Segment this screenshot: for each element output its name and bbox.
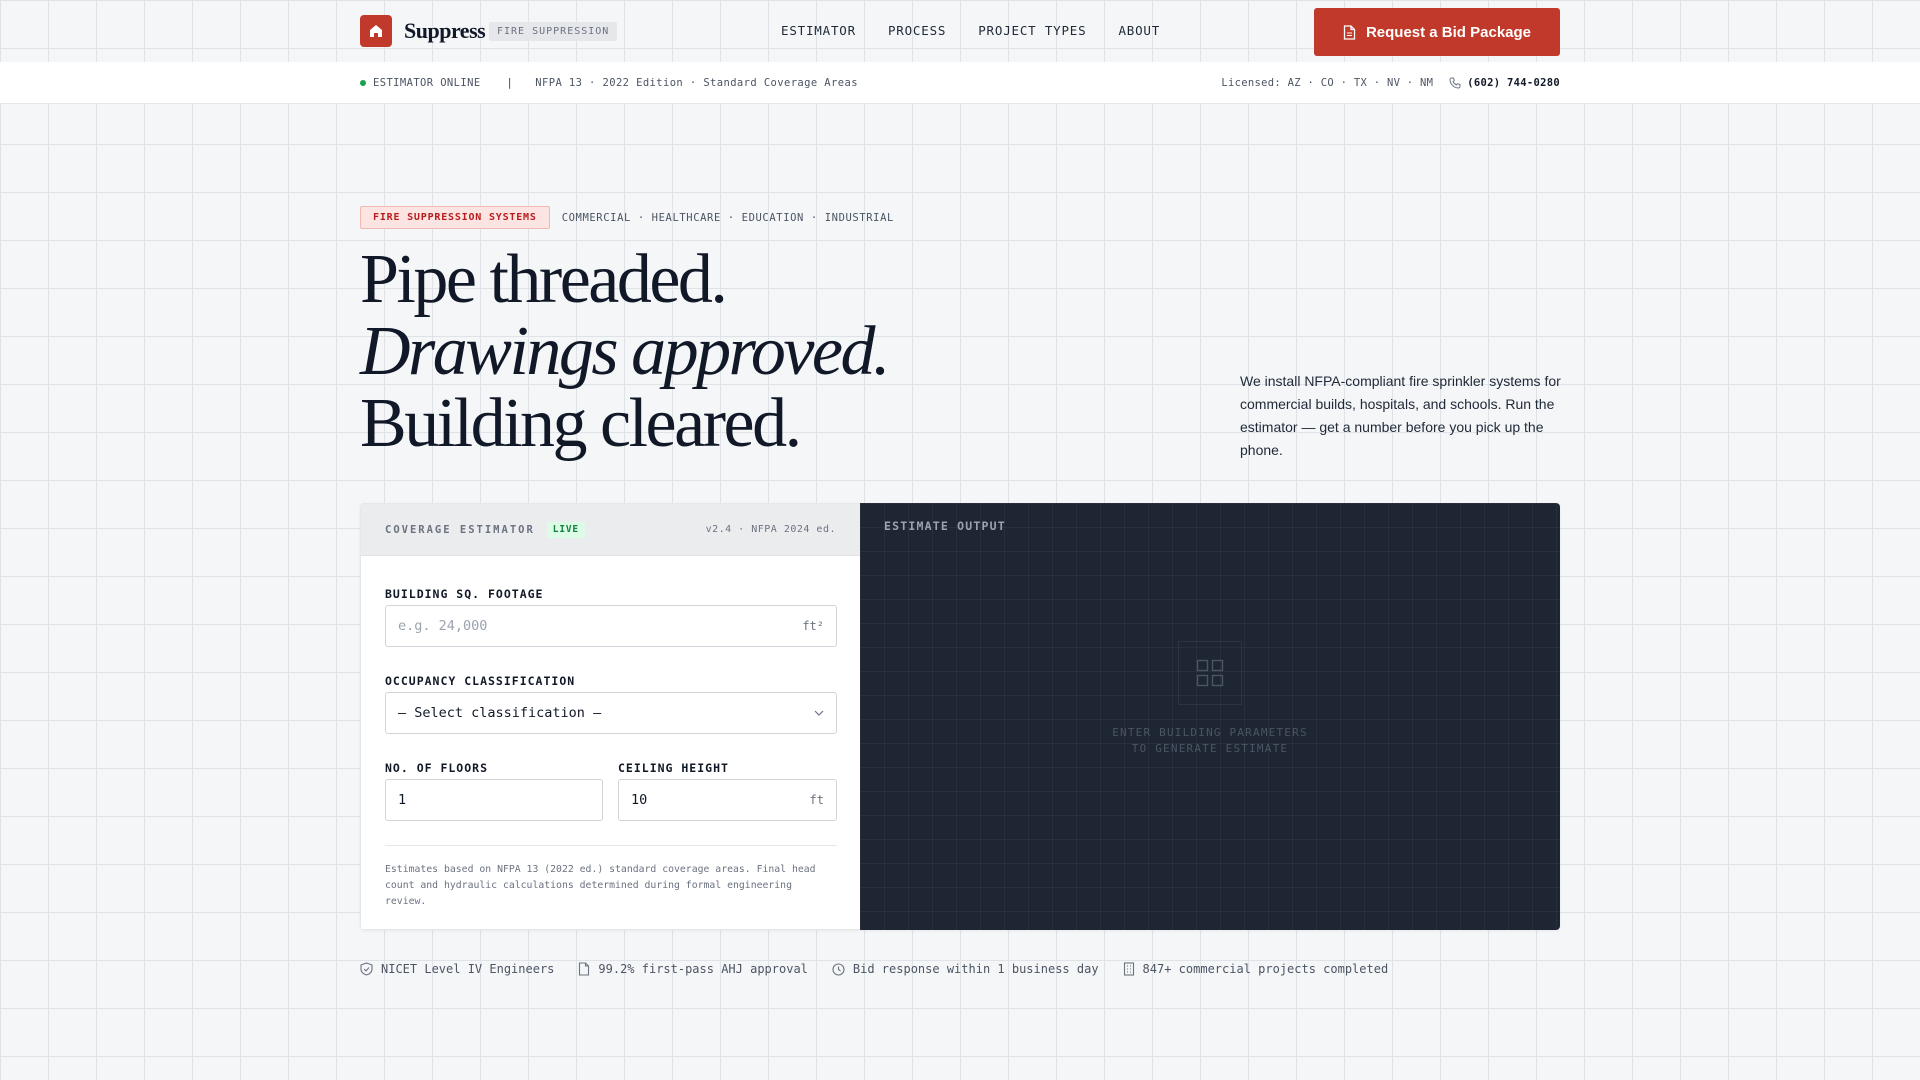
main-nav: ESTIMATOR PROCESS PROJECT TYPES ABOUT (781, 23, 1192, 38)
estimator-disclaimer: Estimates based on NFPA 13 (2022 ed.) st… (385, 845, 837, 910)
trust-item-response: Bid response within 1 business day (832, 962, 1099, 976)
request-bid-label: Request a Bid Package (1365, 23, 1532, 41)
estimator-title: COVERAGE ESTIMATOR (385, 523, 535, 536)
output-title: ESTIMATE OUTPUT (884, 519, 1006, 533)
phone-number[interactable]: (602) 744-0280 (1467, 77, 1560, 89)
brand-name[interactable]: Suppress (404, 18, 486, 44)
sqft-label: BUILDING SQ. FOOTAGE (385, 587, 544, 601)
sqft-unit: ft² (802, 619, 824, 633)
trust-row: NICET Level IV Engineers 99.2% first-pas… (360, 962, 1412, 976)
estimator-card: COVERAGE ESTIMATOR LIVE v2.4 · NFPA 2024… (360, 503, 1560, 930)
empty-state-line-1: ENTER BUILDING PARAMETERS (1112, 726, 1308, 739)
site-header: Suppress FIRE SUPPRESSION ESTIMATOR PROC… (0, 0, 1920, 62)
trust-label-approval: 99.2% first-pass AHJ approval (598, 962, 808, 976)
trust-label-response: Bid response within 1 business day (852, 962, 1099, 976)
ceiling-height-input[interactable] (631, 792, 810, 808)
occupancy-selected-value: — Select classification — (398, 705, 602, 721)
trust-label-projects: 847+ commercial projects completed (1142, 962, 1389, 976)
shield-icon (360, 962, 373, 976)
status-separator: | (506, 77, 514, 89)
occupancy-label: OCCUPANCY CLASSIFICATION (385, 674, 576, 688)
ceiling-height-unit: ft (809, 793, 824, 807)
empty-state-icon-box (1178, 641, 1242, 705)
hero-description: We install NFPA-compliant fire sprinkler… (1240, 373, 1561, 458)
nav-project-types[interactable]: PROJECT TYPES (978, 23, 1086, 38)
estimator-online-status: ESTIMATOR ONLINE (373, 77, 481, 89)
brand-badge: FIRE SUPPRESSION (489, 22, 618, 41)
estimator-form: COVERAGE ESTIMATOR LIVE v2.4 · NFPA 2024… (360, 503, 860, 930)
document-icon (1343, 24, 1356, 40)
floors-input[interactable] (398, 792, 590, 808)
floors-label: NO. OF FLOORS (385, 761, 489, 775)
sqft-input-wrapper: ft² (385, 605, 837, 647)
licensed-states: Licensed: AZ · CO · TX · NV · NM (1221, 77, 1434, 89)
empty-state-line-2: TO GENERATE ESTIMATE (1131, 742, 1289, 755)
house-icon (370, 25, 382, 37)
sector-list: COMMERCIAL · HEALTHCARE · EDUCATION · IN… (561, 211, 894, 224)
estimator-version: v2.4 · NFPA 2024 ed. (705, 524, 836, 535)
occupancy-select[interactable]: — Select classification — (385, 692, 837, 734)
hero-tag-row: FIRE SUPPRESSION SYSTEMS COMMERCIAL · HE… (360, 206, 894, 229)
standard-edition-text: NFPA 13 · 2022 Edition · Standard Covera… (535, 77, 858, 89)
status-left: ESTIMATOR ONLINE | NFPA 13 · 2022 Editio… (360, 77, 858, 89)
headline-line-1: Pipe threaded. (360, 241, 728, 318)
request-bid-button[interactable]: Request a Bid Package (1314, 8, 1560, 56)
trust-item-projects: 847+ commercial projects completed (1123, 962, 1389, 976)
hero-headline: Pipe threaded. Drawings approved. Buildi… (360, 241, 890, 462)
trust-item-approval: 99.2% first-pass AHJ approval (578, 962, 808, 976)
nav-about[interactable]: ABOUT (1118, 23, 1160, 38)
headline-line-2: Drawings approved. (360, 313, 890, 390)
chevron-down-icon (814, 710, 824, 716)
headline-line-3: Building cleared. (360, 385, 802, 462)
sqft-input[interactable] (398, 618, 803, 634)
ceiling-height-input-wrapper: ft (618, 779, 837, 821)
building-icon (1123, 962, 1134, 976)
phone-icon (1449, 77, 1461, 89)
estimator-header: COVERAGE ESTIMATOR LIVE v2.4 · NFPA 2024… (361, 504, 860, 556)
status-bar: ESTIMATOR ONLINE | NFPA 13 · 2022 Editio… (0, 62, 1920, 104)
document-icon (579, 962, 590, 976)
estimate-output-panel: ESTIMATE OUTPUT ENTER BUILDING PARAMETER… (860, 503, 1560, 930)
live-badge: LIVE (546, 521, 585, 538)
nav-estimator[interactable]: ESTIMATOR (781, 23, 856, 38)
clock-icon (832, 962, 845, 976)
trust-label-engineers: NICET Level IV Engineers (381, 962, 555, 976)
category-tag: FIRE SUPPRESSION SYSTEMS (360, 206, 550, 229)
empty-state-message: ENTER BUILDING PARAMETERS TO GENERATE ES… (1010, 725, 1410, 757)
trust-item-engineers: NICET Level IV Engineers (360, 962, 554, 976)
floors-input-wrapper (385, 779, 603, 821)
status-right: Licensed: AZ · CO · TX · NV · NM (602) 7… (1221, 77, 1560, 89)
ceiling-height-label: CEILING HEIGHT (618, 761, 729, 775)
online-dot-icon (360, 80, 366, 86)
nav-process[interactable]: PROCESS (888, 23, 946, 38)
logo-mark[interactable] (360, 15, 392, 47)
grid-icon (1196, 659, 1224, 687)
